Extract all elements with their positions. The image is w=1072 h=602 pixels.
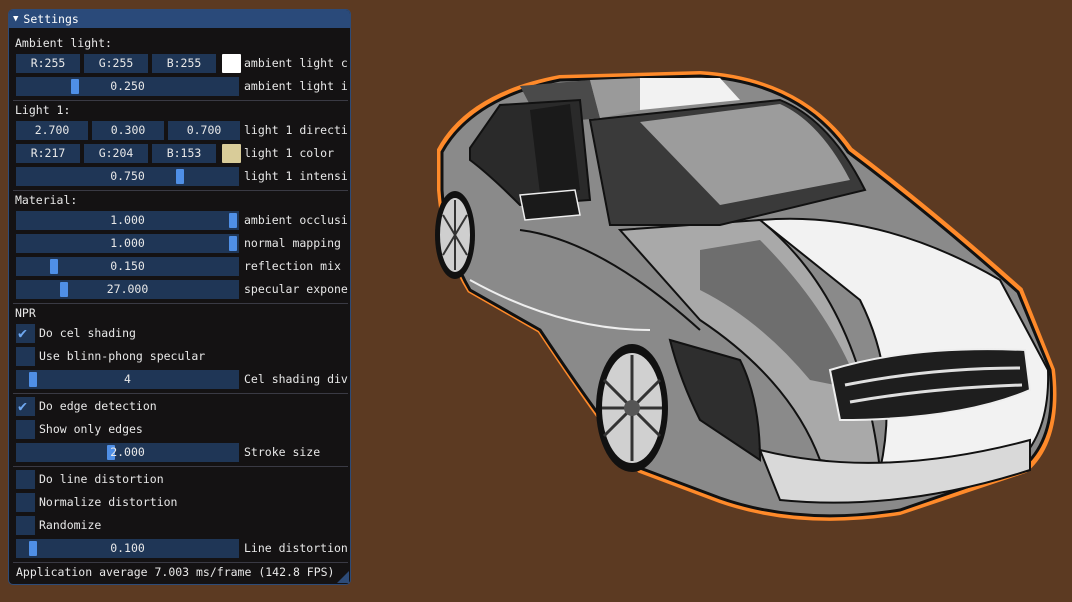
slider-value: 0.750 [110,169,145,183]
light1-color-label: light 1 color [244,146,335,160]
normal-mapping-slider[interactable]: 1.000 [16,234,239,253]
light1-b-field[interactable]: B:153 [152,144,216,163]
edge-detection-checkbox[interactable]: ✔ [16,397,35,416]
ambient-b-field[interactable]: B:255 [152,54,216,73]
distortion-amount-slider[interactable]: 0.100 [16,539,239,558]
light1-g-field[interactable]: G:204 [84,144,148,163]
ambient-color-swatch[interactable] [222,54,241,73]
separator [13,393,348,394]
randomize-checkbox[interactable]: ✔ [16,516,35,535]
section-material: Material: [15,193,78,207]
slider-value: 0.100 [110,541,145,555]
light1-color-swatch[interactable] [222,144,241,163]
ambient-intensity-slider[interactable]: 0.250 [16,77,239,96]
separator [13,100,348,101]
section-ambient-light: Ambient light: [15,36,112,50]
settings-window[interactable]: ▼ Settings Ambient light: R:255 G:255 B:… [8,9,351,585]
cel-shading-label: Do cel shading [39,326,136,340]
separator [13,466,348,467]
ambient-occlusion-slider[interactable]: 1.000 [16,211,239,230]
blinn-phong-label: Use blinn-phong specular [39,349,206,363]
randomize-label: Randomize [39,518,102,532]
normal-mapping-label: normal mapping [244,236,341,250]
light1-direction-label: light 1 directi [244,123,348,137]
stroke-size-slider[interactable]: 2.000 [16,443,239,462]
triangle-down-icon[interactable]: ▼ [13,14,18,24]
light1-intensity-slider[interactable]: 0.750 [16,167,239,186]
fps-status-text: Application average 7.003 ms/frame (142.… [16,565,335,579]
ambient-r-field[interactable]: R:255 [16,54,80,73]
ambient-g-field[interactable]: G:255 [84,54,148,73]
checkmark-icon: ✔ [18,324,28,342]
section-npr: NPR [15,306,36,320]
ambient-color-label: ambient light c [244,56,348,70]
normalize-distortion-checkbox[interactable]: ✔ [16,493,35,512]
specular-exponent-label: specular expone [244,282,348,296]
light1-dir-y-field[interactable]: 0.300 [92,121,164,140]
ambient-intensity-label: ambient light i [244,79,348,93]
light1-dir-x-field[interactable]: 2.700 [16,121,88,140]
blinn-phong-checkbox[interactable]: ✔ [16,347,35,366]
light1-intensity-label: light 1 intensi [244,169,348,183]
slider-value: 0.150 [110,259,145,273]
slider-value: 0.250 [110,79,145,93]
slider-value: 2.000 [110,445,145,459]
checkmark-icon: ✔ [18,397,28,415]
window-titlebar[interactable]: ▼ Settings [9,10,350,28]
cel-divisions-label: Cel shading div [244,372,348,386]
line-distortion-label: Do line distortion [39,472,164,486]
only-edges-checkbox[interactable]: ✔ [16,420,35,439]
reflection-mix-slider[interactable]: 0.150 [16,257,239,276]
edge-detection-label: Do edge detection [39,399,157,413]
specular-exponent-slider[interactable]: 27.000 [16,280,239,299]
only-edges-label: Show only edges [39,422,143,436]
slider-value: 1.000 [110,236,145,250]
ambient-occlusion-label: ambient occlusi [244,213,348,227]
slider-value: 27.000 [106,282,149,296]
resize-grip-icon[interactable] [337,571,349,583]
distortion-amount-label: Line distortion [244,541,348,555]
window-title: Settings [23,12,79,26]
separator [13,190,348,191]
separator [13,562,348,563]
line-distortion-checkbox[interactable]: ✔ [16,470,35,489]
cel-divisions-slider[interactable]: 4 [16,370,239,389]
cel-shading-checkbox[interactable]: ✔ [16,324,35,343]
light1-r-field[interactable]: R:217 [16,144,80,163]
normalize-distortion-label: Normalize distortion [39,495,178,509]
slider-value: 1.000 [110,213,145,227]
reflection-mix-label: reflection mix [244,259,341,273]
section-light-1: Light 1: [15,103,71,117]
separator [13,303,348,304]
stroke-size-label: Stroke size [244,445,321,459]
slider-value: 4 [124,372,131,386]
light1-dir-z-field[interactable]: 0.700 [168,121,240,140]
